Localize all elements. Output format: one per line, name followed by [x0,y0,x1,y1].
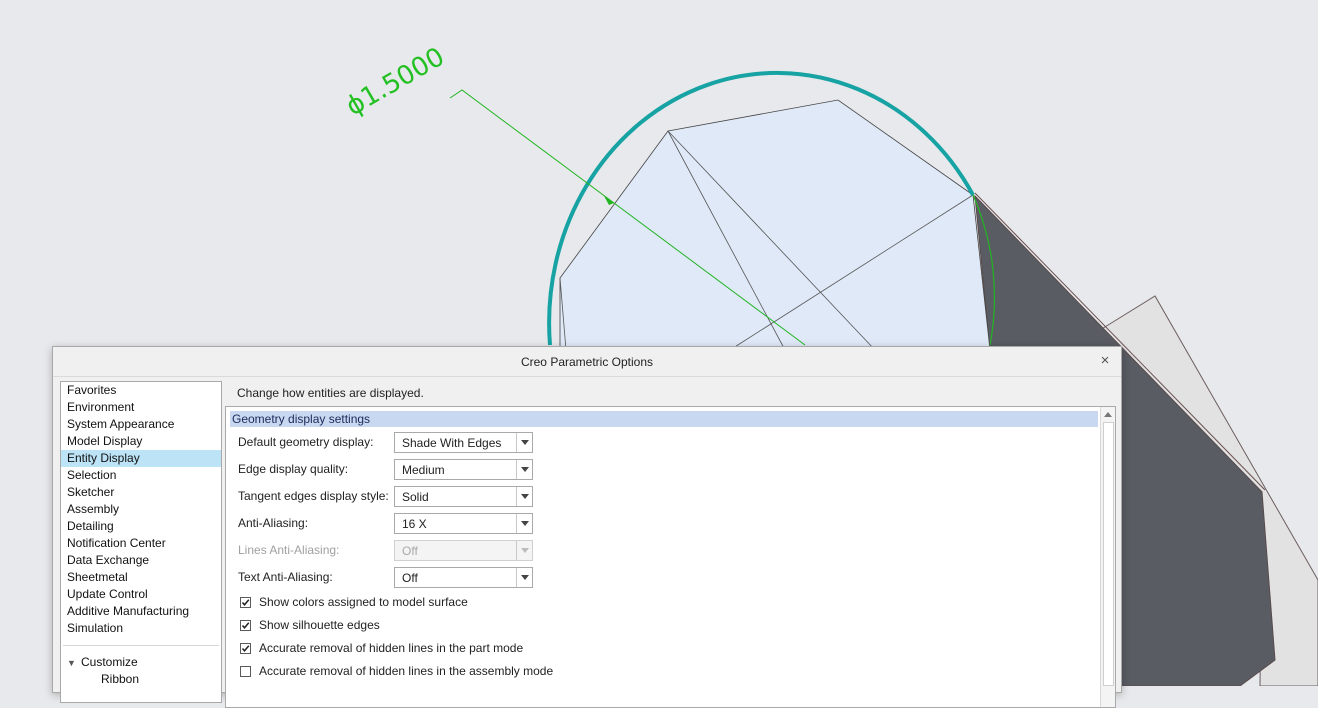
nav-item-entity-display[interactable]: Entity Display [61,450,221,467]
dropdown-value: Off [402,543,418,558]
checkbox-label: Show silhouette edges [259,618,380,632]
nav-item-selection[interactable]: Selection [61,467,221,484]
dropdown-value: 16 X [402,516,427,531]
nav-item-notification-center[interactable]: Notification Center [61,535,221,552]
nav-item-sheetmetal[interactable]: Sheetmetal [61,569,221,586]
settings-panel: Geometry display settings Default geomet… [225,406,1116,708]
setting-label: Text Anti-Aliasing: [238,570,333,584]
anti-aliasing-dropdown[interactable]: 16 X [394,512,533,534]
setting-label: Default geometry display: [238,435,374,449]
dropdown-arrow-icon [516,540,532,560]
text-anti-aliasing-dropdown[interactable]: Off [394,566,533,588]
dialog-title: Creo Parametric Options [520,354,654,369]
checkbox-label: Accurate removal of hidden lines in the … [259,664,554,678]
setting-label: Anti-Aliasing: [238,516,309,530]
lines-anti-aliasing-dropdown: Off [394,539,533,561]
dropdown-arrow-icon[interactable] [516,567,532,587]
nav-item-assembly[interactable]: Assembly [61,501,221,518]
category-separator [63,645,219,646]
options-dialog: Creo Parametric Options × Favorites Envir… [52,346,1122,708]
dropdown-arrow-icon[interactable] [516,513,532,533]
setting-row-default-geometry-display: Default geometry display: Shade With Edge… [238,431,533,453]
nav-item-update-control[interactable]: Update Control [61,586,221,603]
checkbox-row-show-silhouette-edges[interactable]: Show silhouette edges [240,616,380,634]
setting-row-text-anti-aliasing: Text Anti-Aliasing: Off [238,566,533,588]
nav-item-simulation[interactable]: Simulation [61,620,221,637]
checkbox-row-accurate-removal-of-hidden-lines-in-the-part-mode[interactable]: Accurate removal of hidden lines in the … [240,639,523,657]
dialog-titlebar[interactable]: Creo Parametric Options × [53,347,1121,377]
checkbox-checked[interactable] [240,642,251,654]
section-header: Geometry display settings [230,411,1098,427]
nav-item-system-appearance[interactable]: System Appearance [61,416,221,433]
page-description: Change how entities are displayed. [237,386,424,400]
edge-display-quality-dropdown[interactable]: Medium [394,458,533,480]
default-geometry-display-dropdown[interactable]: Shade With Edges [394,431,533,453]
scroll-up-arrow-icon[interactable] [1101,407,1115,421]
nav-item-sketcher[interactable]: Sketcher [61,484,221,501]
nav-item-data-exchange[interactable]: Data Exchange [61,552,221,569]
customize-label: Customize [81,655,138,669]
nav-item-model-display[interactable]: Model Display [61,433,221,450]
checkbox-checked[interactable] [240,619,251,631]
dropdown-arrow-icon[interactable] [516,432,532,452]
customize-tree-node[interactable]: ▼ Customize [61,654,221,671]
dropdown-arrow-icon[interactable] [516,459,532,479]
dropdown-value: Solid [402,489,429,504]
checkbox-checked[interactable] [240,596,251,608]
dropdown-value: Shade With Edges [402,435,502,450]
scroll-thumb[interactable] [1103,422,1114,686]
checkbox-label: Accurate removal of hidden lines in the … [259,641,524,655]
nav-item-favorites[interactable]: Favorites [61,382,221,399]
checkmark-icon [241,644,250,652]
setting-label: Tangent edges display style: [238,489,389,503]
nav-item-detailing[interactable]: Detailing [61,518,221,535]
checkbox-unchecked[interactable] [240,665,251,677]
dropdown-value: Medium [402,462,445,477]
checkmark-icon [241,598,250,606]
settings-content: Change how entities are displayed. Geome… [225,381,1116,708]
setting-label: Edge display quality: [238,462,349,476]
setting-row-anti-aliasing: Anti-Aliasing: 16 X [238,512,533,534]
dropdown-value: Off [402,570,418,585]
collapse-arrow-icon[interactable]: ▼ [67,655,81,672]
checkmark-icon [241,621,250,629]
category-list: Favorites Environment System Appearance Mod… [60,381,222,703]
setting-label: Lines Anti-Aliasing: [238,543,340,557]
setting-row-lines-anti-aliasing: Lines Anti-Aliasing: Off [238,539,533,561]
tangent-edges-display-style-dropdown[interactable]: Solid [394,485,533,507]
category-items: Favorites Environment System Appearance Mod… [61,382,221,637]
nav-item-ribbon[interactable]: Ribbon [61,671,221,688]
setting-row-edge-display-quality: Edge display quality: Medium [238,458,533,480]
setting-row-tangent-edges-display-style: Tangent edges display style: Solid [238,485,533,507]
checkbox-label: Show colors assigned to model surface [259,595,468,609]
checkbox-row-show-colors-assigned-to-model-surface[interactable]: Show colors assigned to model surface [240,593,468,611]
nav-item-additive-manufacturing[interactable]: Additive Manufacturing [61,603,221,620]
dropdown-arrow-icon[interactable] [516,486,532,506]
dimension-arrow [604,196,614,205]
close-icon[interactable]: × [1097,353,1113,369]
checkbox-row-accurate-removal-of-hidden-lines-in-the-assembly-mode[interactable]: Accurate removal of hidden lines in the … [240,662,553,680]
nav-item-environment[interactable]: Environment [61,399,221,416]
vertical-scrollbar[interactable] [1100,407,1115,707]
